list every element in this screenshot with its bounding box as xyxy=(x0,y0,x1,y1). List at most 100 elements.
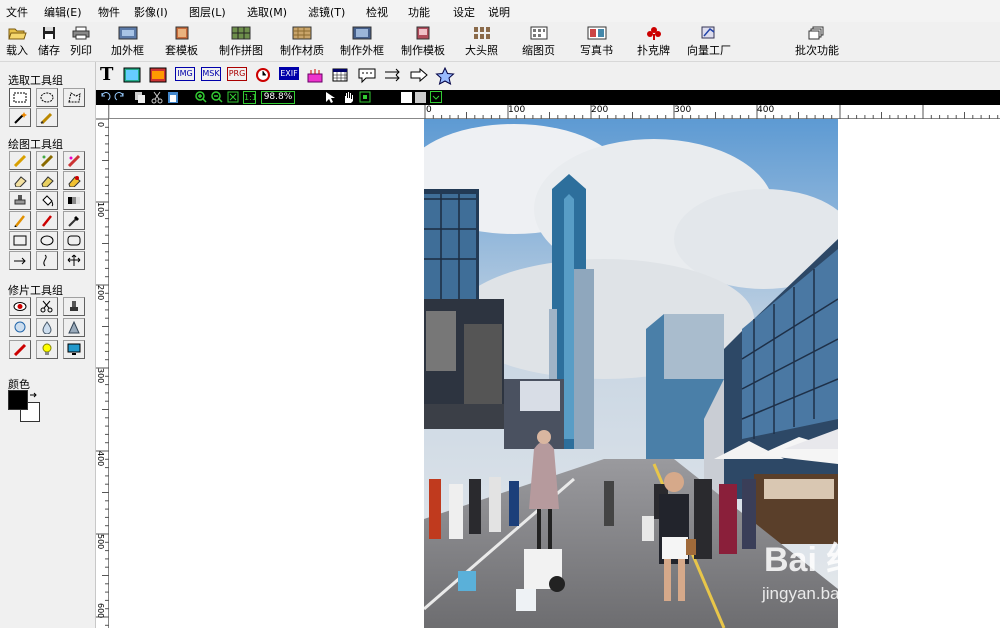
brush-tool[interactable] xyxy=(36,151,58,170)
add-frame-button[interactable]: 加外框 xyxy=(111,26,144,58)
magic-wand-tool[interactable] xyxy=(9,108,31,127)
lasso-select-tool[interactable] xyxy=(63,88,85,107)
poker-card-button[interactable]: 扑克牌 xyxy=(637,26,670,58)
image-object-icon[interactable] xyxy=(123,67,141,85)
pointer-icon[interactable] xyxy=(324,91,336,104)
undo-icon[interactable] xyxy=(99,91,111,104)
line-tool[interactable] xyxy=(9,251,31,270)
template-icon xyxy=(175,26,188,40)
load-button[interactable]: 载入 xyxy=(6,26,28,58)
double-arrow-icon[interactable] xyxy=(383,67,403,85)
photo-book-button[interactable]: 写真书 xyxy=(580,26,613,58)
gradient-tool[interactable] xyxy=(63,191,85,210)
star-shape-icon[interactable] xyxy=(435,67,455,85)
smudge-tool[interactable] xyxy=(36,171,58,190)
rect-select-tool[interactable] xyxy=(9,88,31,107)
make-frame-button[interactable]: 制作外框 xyxy=(340,26,384,58)
menu-select[interactable]: 选取(M) xyxy=(247,4,287,20)
stamp-icon xyxy=(14,195,26,205)
stamp-tool[interactable] xyxy=(9,191,31,210)
menu-function[interactable]: 功能 xyxy=(408,4,430,20)
arrow-shape-icon[interactable] xyxy=(409,67,429,85)
foreground-color-swatch[interactable] xyxy=(8,390,28,410)
fit-window-icon[interactable] xyxy=(227,91,239,104)
blur-tool[interactable] xyxy=(36,318,58,337)
menu-image[interactable]: 影像(I) xyxy=(134,4,168,20)
menu-filter[interactable]: 滤镜(T) xyxy=(308,4,345,20)
pencil-tool[interactable] xyxy=(9,151,31,170)
menu-edit[interactable]: 编辑(E) xyxy=(44,4,82,20)
save-button[interactable]: 储存 xyxy=(38,26,60,58)
lens-tool[interactable] xyxy=(9,318,31,337)
ellipse-select-tool[interactable] xyxy=(36,88,58,107)
eraser-tool[interactable] xyxy=(9,171,31,190)
crop-icon[interactable] xyxy=(359,91,371,104)
light-tool[interactable] xyxy=(36,340,58,359)
cut-icon[interactable] xyxy=(151,91,163,104)
color-replace-tool[interactable] xyxy=(63,171,85,190)
make-template-button[interactable]: 制作模板 xyxy=(401,26,445,58)
zoom-in-icon[interactable] xyxy=(195,91,207,104)
cake-icon[interactable] xyxy=(306,67,324,85)
mask-object-button[interactable]: MSK xyxy=(201,67,221,81)
swap-colors-icon[interactable] xyxy=(29,391,38,400)
id-photo-icon xyxy=(473,27,490,39)
make-puzzle-button[interactable]: 制作拼图 xyxy=(219,26,263,58)
canvas-area[interactable]: Bai 经验 jingyan.baidu.com xyxy=(109,119,1000,628)
red-pen-tool[interactable] xyxy=(36,211,58,230)
vector-factory-button[interactable]: 向量工厂 xyxy=(687,26,731,58)
white-swatch[interactable] xyxy=(401,92,412,103)
curve-tool[interactable] xyxy=(36,251,58,270)
menu-file[interactable]: 文件 xyxy=(6,4,28,20)
calendar-icon[interactable] xyxy=(332,67,348,85)
menu-settings[interactable]: 设定 xyxy=(453,4,475,20)
brush-select-tool[interactable] xyxy=(36,108,58,127)
menu-object[interactable]: 物件 xyxy=(98,4,120,20)
zoom-level[interactable]: 98.8% xyxy=(261,91,295,104)
fill-tool[interactable] xyxy=(36,191,58,210)
rect-select-icon xyxy=(13,92,27,103)
thumbnail-page-button[interactable]: 缩图页 xyxy=(522,26,555,58)
airbrush-tool[interactable] xyxy=(63,151,85,170)
print-button[interactable]: 列印 xyxy=(70,26,92,58)
speech-bubble-icon[interactable] xyxy=(357,67,377,85)
gray-swatch[interactable] xyxy=(415,92,426,103)
img-object-button[interactable]: IMG xyxy=(175,67,195,81)
paste-icon[interactable] xyxy=(167,91,179,104)
rounded-rect-tool[interactable] xyxy=(63,231,85,250)
arrow-line-icon xyxy=(14,257,26,265)
text-tool[interactable]: T xyxy=(100,64,113,85)
brush-icon xyxy=(40,154,54,167)
red-eye-tool[interactable] xyxy=(9,297,31,316)
hand-icon[interactable] xyxy=(341,91,355,104)
copy-icon[interactable] xyxy=(134,91,146,104)
monitor-tool[interactable] xyxy=(63,340,85,359)
rectangle-tool[interactable] xyxy=(9,231,31,250)
make-texture-button[interactable]: 制作材质 xyxy=(280,26,324,58)
move-tool[interactable] xyxy=(63,251,85,270)
program-object-button[interactable]: PRG xyxy=(227,67,247,81)
dodge-tool[interactable] xyxy=(9,340,31,359)
menu-view[interactable]: 检视 xyxy=(366,4,388,20)
zoom-out-icon[interactable] xyxy=(211,91,223,104)
eyedropper-tool[interactable] xyxy=(63,211,85,230)
pen-tool[interactable] xyxy=(9,211,31,230)
apply-template-button[interactable]: 套模板 xyxy=(165,26,198,58)
hruler-label-300: 300 xyxy=(674,105,692,115)
actual-size-icon[interactable]: 1:1 xyxy=(243,91,257,104)
batch-function-button[interactable]: 批次功能 xyxy=(795,26,839,58)
redo-icon[interactable] xyxy=(114,91,126,104)
lasso-icon xyxy=(68,92,81,103)
exif-button[interactable]: EXIF xyxy=(279,67,299,80)
street-photo[interactable]: Bai 经验 jingyan.baidu.com xyxy=(424,119,838,628)
cut-tool[interactable] xyxy=(36,297,58,316)
sharpen-tool[interactable] xyxy=(63,318,85,337)
clock-icon[interactable] xyxy=(255,67,271,85)
menu-help[interactable]: 说明 xyxy=(488,4,510,20)
frame-object-icon[interactable] xyxy=(149,67,167,85)
menu-layer[interactable]: 图层(L) xyxy=(189,4,226,20)
chevron-down-icon[interactable] xyxy=(430,91,442,104)
ellipse-tool[interactable] xyxy=(36,231,58,250)
clone-stamp-tool[interactable] xyxy=(63,297,85,316)
id-photo-button[interactable]: 大头照 xyxy=(465,26,498,58)
